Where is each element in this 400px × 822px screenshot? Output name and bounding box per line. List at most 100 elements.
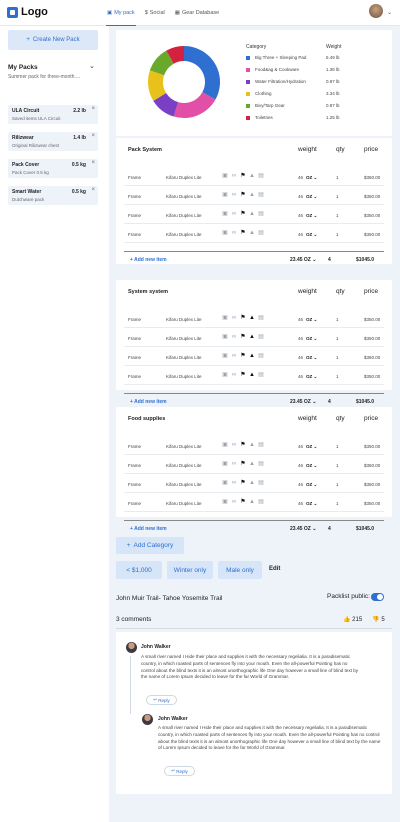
trash-icon[interactable]: ▤ bbox=[258, 480, 264, 487]
link-icon[interactable]: ∞ bbox=[231, 211, 237, 218]
shirt-icon[interactable]: ▲ bbox=[249, 334, 255, 341]
link-icon[interactable]: ∞ bbox=[231, 315, 237, 322]
pack-item[interactable]: Pack Cover 0.5 kg × Pack Cover 0.5 kg bbox=[8, 159, 98, 178]
trash-icon[interactable]: ▤ bbox=[258, 442, 264, 449]
packlist-public-toggle[interactable] bbox=[371, 593, 384, 601]
flag-icon[interactable]: ⚑ bbox=[240, 372, 246, 379]
add-category-button[interactable]: + Add Category bbox=[116, 537, 184, 554]
item-qty[interactable]: 1 bbox=[336, 374, 339, 379]
pack-item[interactable]: ULA Circuit 2.2 lb × Saved items ULA Cir… bbox=[8, 105, 98, 124]
item-price[interactable]: $350.00 bbox=[364, 482, 380, 487]
flag-icon[interactable]: ⚑ bbox=[240, 499, 246, 506]
item-weight[interactable]: 46 bbox=[298, 232, 303, 237]
reply-button[interactable]: ↩ Reply bbox=[164, 766, 195, 776]
unit-select[interactable]: OZ ⌄ bbox=[306, 232, 317, 238]
item-qty[interactable]: 1 bbox=[336, 501, 339, 506]
unit-select[interactable]: OZ ⌄ bbox=[306, 317, 317, 323]
shirt-icon[interactable]: ▲ bbox=[249, 442, 255, 449]
item-price[interactable]: $350.00 bbox=[364, 194, 380, 199]
image-icon[interactable]: ▣ bbox=[222, 192, 228, 199]
table-row[interactable]: Frame Kifaru Duplex Lite ▣ ∞ ⚑ ▲ ▤ 46 OZ ⌄ 1 $350.… bbox=[124, 330, 384, 347]
shirt-icon[interactable]: ▲ bbox=[249, 480, 255, 487]
link-icon[interactable]: ∞ bbox=[231, 173, 237, 180]
unit-select[interactable]: OZ ⌄ bbox=[306, 213, 317, 219]
table-row[interactable]: Frame Kifaru Duplex Lite ▣ ∞ ⚑ ▲ ▤ 46 OZ ⌄ 1 $350.… bbox=[124, 476, 384, 493]
total-unit[interactable]: OZ bbox=[304, 257, 311, 263]
logo[interactable]: Logo bbox=[7, 6, 48, 18]
image-icon[interactable]: ▣ bbox=[222, 499, 228, 506]
close-icon[interactable]: × bbox=[91, 187, 95, 193]
trash-icon[interactable]: ▤ bbox=[258, 461, 264, 468]
pack-item[interactable]: Smart Water 0.5 kg × Dutchware pack bbox=[8, 186, 98, 205]
add-item-button[interactable]: + Add new item bbox=[130, 399, 167, 405]
image-icon[interactable]: ▣ bbox=[222, 461, 228, 468]
link-icon[interactable]: ∞ bbox=[231, 461, 237, 468]
unit-select[interactable]: OZ ⌄ bbox=[306, 175, 317, 181]
tab-my-pack[interactable]: ▣ My pack bbox=[106, 0, 136, 26]
item-weight[interactable]: 46 bbox=[298, 336, 303, 341]
flag-icon[interactable]: ⚑ bbox=[240, 211, 246, 218]
trash-icon[interactable]: ▤ bbox=[258, 315, 264, 322]
table-row[interactable]: Frame Kifaru Duplex Lite ▣ ∞ ⚑ ▲ ▤ 46 OZ ⌄ 1 $350.… bbox=[124, 368, 384, 385]
item-weight[interactable]: 46 bbox=[298, 355, 303, 360]
item-price[interactable]: $350.00 bbox=[364, 463, 380, 468]
user-avatar[interactable] bbox=[369, 4, 383, 18]
edit-link[interactable]: Edit bbox=[269, 566, 280, 572]
image-icon[interactable]: ▣ bbox=[222, 372, 228, 379]
flag-icon[interactable]: ⚑ bbox=[240, 480, 246, 487]
image-icon[interactable]: ▣ bbox=[222, 315, 228, 322]
item-weight[interactable]: 46 bbox=[298, 374, 303, 379]
link-icon[interactable]: ∞ bbox=[231, 192, 237, 199]
link-icon[interactable]: ∞ bbox=[231, 480, 237, 487]
item-qty[interactable]: 1 bbox=[336, 232, 339, 237]
shirt-icon[interactable]: ▲ bbox=[249, 315, 255, 322]
unit-select[interactable]: OZ ⌄ bbox=[306, 336, 317, 342]
item-price[interactable]: $350.00 bbox=[364, 317, 380, 322]
close-icon[interactable]: × bbox=[91, 160, 95, 166]
image-icon[interactable]: ▣ bbox=[222, 173, 228, 180]
image-icon[interactable]: ▣ bbox=[222, 334, 228, 341]
add-item-button[interactable]: + Add new item bbox=[130, 526, 167, 532]
flag-icon[interactable]: ⚑ bbox=[240, 334, 246, 341]
trash-icon[interactable]: ▤ bbox=[258, 499, 264, 506]
item-weight[interactable]: 46 bbox=[298, 501, 303, 506]
item-weight[interactable]: 46 bbox=[298, 463, 303, 468]
item-weight[interactable]: 46 bbox=[298, 194, 303, 199]
shirt-icon[interactable]: ▲ bbox=[249, 372, 255, 379]
item-price[interactable]: $350.00 bbox=[364, 175, 380, 180]
item-qty[interactable]: 1 bbox=[336, 444, 339, 449]
item-qty[interactable]: 1 bbox=[336, 194, 339, 199]
chevron-down-icon[interactable]: ⌄ bbox=[89, 62, 95, 70]
flag-icon[interactable]: ⚑ bbox=[240, 315, 246, 322]
item-price[interactable]: $350.00 bbox=[364, 232, 380, 237]
tab-gear-database[interactable]: ▦ Gear Database bbox=[174, 0, 221, 26]
shirt-icon[interactable]: ▲ bbox=[249, 192, 255, 199]
image-icon[interactable]: ▣ bbox=[222, 353, 228, 360]
table-row[interactable]: Frame Kifaru Duplex Lite ▣ ∞ ⚑ ▲ ▤ 46 OZ ⌄ 1 $350.… bbox=[124, 207, 384, 224]
item-weight[interactable]: 46 bbox=[298, 175, 303, 180]
create-new-pack-button[interactable]: + Create New Pack bbox=[8, 30, 98, 50]
trash-icon[interactable]: ▤ bbox=[258, 334, 264, 341]
dislike-button[interactable]: 👎 5 bbox=[372, 616, 385, 623]
table-row[interactable]: Frame Kifaru Duplex Lite ▣ ∞ ⚑ ▲ ▤ 46 OZ ⌄ 1 $350.… bbox=[124, 169, 384, 186]
shirt-icon[interactable]: ▲ bbox=[249, 211, 255, 218]
total-unit[interactable]: OZ bbox=[304, 526, 311, 532]
link-icon[interactable]: ∞ bbox=[231, 372, 237, 379]
item-price[interactable]: $350.00 bbox=[364, 444, 380, 449]
table-row[interactable]: Frame Kifaru Duplex Lite ▣ ∞ ⚑ ▲ ▤ 46 OZ ⌄ 1 $350.… bbox=[124, 188, 384, 205]
flag-icon[interactable]: ⚑ bbox=[240, 192, 246, 199]
link-icon[interactable]: ∞ bbox=[231, 230, 237, 237]
shirt-icon[interactable]: ▲ bbox=[249, 499, 255, 506]
trash-icon[interactable]: ▤ bbox=[258, 173, 264, 180]
unit-select[interactable]: OZ ⌄ bbox=[306, 482, 317, 488]
item-price[interactable]: $350.00 bbox=[364, 213, 380, 218]
add-item-button[interactable]: + Add new item bbox=[130, 257, 167, 263]
reply-button[interactable]: ↩ Reply bbox=[146, 695, 177, 705]
image-icon[interactable]: ▣ bbox=[222, 442, 228, 449]
unit-select[interactable]: OZ ⌄ bbox=[306, 463, 317, 469]
close-icon[interactable]: × bbox=[91, 133, 95, 139]
unit-select[interactable]: OZ ⌄ bbox=[306, 194, 317, 200]
link-icon[interactable]: ∞ bbox=[231, 353, 237, 360]
shirt-icon[interactable]: ▲ bbox=[249, 353, 255, 360]
link-icon[interactable]: ∞ bbox=[231, 334, 237, 341]
